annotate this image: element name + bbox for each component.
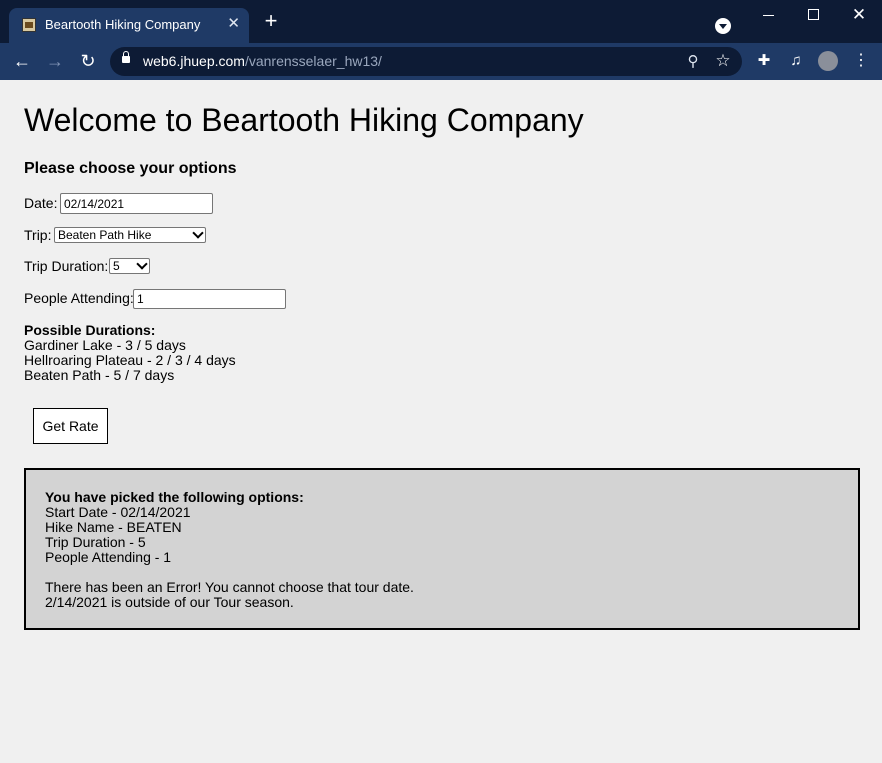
url-text[interactable]: web6.jhuep.com/vanrensselaer_hw13/ [143, 53, 382, 69]
browser-titlebar: Beartooth Hiking Company ✕ + ✕ [0, 0, 882, 43]
browser-menu-icon[interactable]: ⋮ [851, 51, 871, 71]
window-close-icon[interactable]: ✕ [844, 6, 874, 26]
durations-info: Possible Durations: Gardiner Lake - 3 / … [24, 323, 236, 383]
result-text: You have picked the following options: S… [45, 490, 414, 610]
error-line: There has been an Error! You cannot choo… [45, 579, 414, 595]
profile-avatar-icon[interactable] [818, 51, 838, 71]
url-path: /vanrensselaer_hw13/ [244, 53, 382, 69]
extensions-puzzle-icon[interactable]: ✚ [754, 51, 774, 71]
duration-line: Gardiner Lake - 3 / 5 days [24, 337, 186, 353]
page-title: Welcome to Beartooth Hiking Company [24, 102, 584, 138]
duration-label: Trip Duration: [24, 258, 109, 274]
browser-toolbar: ← → ↻ web6.jhuep.com/vanrensselaer_hw13/… [0, 43, 882, 80]
result-heading: You have picked the following options: [45, 489, 304, 505]
site-favicon-icon [22, 18, 36, 32]
result-line: People Attending - 1 [45, 549, 172, 565]
reload-icon[interactable]: ↻ [78, 51, 98, 71]
lock-icon [122, 51, 130, 63]
result-line: Start Date - 02/14/2021 [45, 504, 191, 520]
maximize-icon[interactable] [798, 6, 828, 26]
duration-select[interactable]: 5 [109, 258, 150, 274]
result-panel: You have picked the following options: S… [24, 468, 860, 630]
tab-search-icon[interactable] [715, 18, 731, 34]
duration-line: Hellroaring Plateau - 2 / 3 / 4 days [24, 352, 236, 368]
browser-tab[interactable]: Beartooth Hiking Company ✕ [9, 8, 249, 43]
duration-line: Beaten Path - 5 / 7 days [24, 367, 175, 383]
result-line: Hike Name - BEATEN [45, 519, 182, 535]
durations-heading: Possible Durations: [24, 322, 156, 338]
new-tab-button[interactable]: + [261, 10, 281, 32]
error-line: 2/14/2021 is outside of our Tour season. [45, 594, 294, 610]
back-arrow-icon[interactable]: ← [12, 51, 32, 71]
date-label: Date: [24, 195, 58, 211]
duration-selected-value: 5 [113, 259, 120, 273]
people-field[interactable] [133, 289, 286, 309]
trip-label: Trip: [24, 227, 52, 243]
media-control-icon[interactable]: ♫ [786, 51, 806, 71]
result-line: Trip Duration - 5 [45, 534, 146, 550]
zoom-icon[interactable]: ⚲ [684, 52, 702, 70]
trip-selected-value: Beaten Path Hike [58, 228, 152, 242]
forward-arrow-icon[interactable]: → [45, 51, 65, 71]
page-content: Welcome to Beartooth Hiking Company Plea… [0, 80, 882, 763]
tab-close-icon[interactable]: ✕ [227, 16, 240, 31]
tab-title: Beartooth Hiking Company [45, 17, 201, 32]
chevron-down-icon [136, 258, 148, 270]
address-bar[interactable]: web6.jhuep.com/vanrensselaer_hw13/ ⚲ ☆ [110, 47, 742, 76]
chevron-down-icon [192, 227, 204, 239]
get-rate-button[interactable]: Get Rate [33, 408, 108, 444]
minimize-icon[interactable] [753, 6, 783, 26]
bookmark-star-icon[interactable]: ☆ [714, 51, 732, 70]
date-field[interactable] [60, 193, 213, 214]
options-heading: Please choose your options [24, 160, 237, 177]
trip-select[interactable]: Beaten Path Hike [54, 227, 206, 243]
people-label: People Attending: [24, 290, 134, 306]
url-host: web6.jhuep.com [143, 53, 245, 69]
